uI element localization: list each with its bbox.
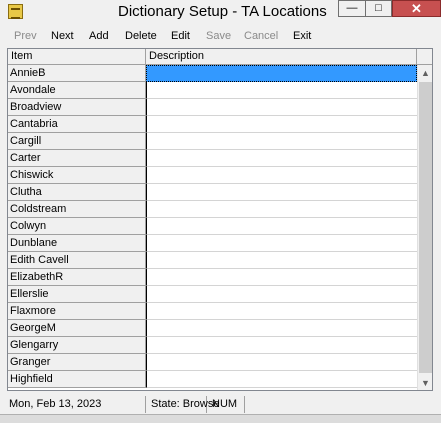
table-row[interactable]: Flaxmore xyxy=(8,303,417,320)
description-cell[interactable] xyxy=(146,235,417,252)
status-date: Mon, Feb 13, 2023 xyxy=(6,396,146,413)
description-cell[interactable] xyxy=(146,184,417,201)
item-cell[interactable]: AnnieB xyxy=(8,65,146,82)
table-row[interactable]: Chiswick xyxy=(8,167,417,184)
status-bar: Mon, Feb 13, 2023 State: Browse NUM xyxy=(0,394,441,414)
exit-button[interactable]: Exit xyxy=(293,30,311,42)
table-row[interactable]: Clutha xyxy=(8,184,417,201)
description-cell[interactable] xyxy=(146,133,417,150)
description-cell[interactable] xyxy=(146,65,417,82)
item-cell[interactable]: Coldstream xyxy=(8,201,146,218)
delete-button[interactable]: Delete xyxy=(125,30,157,42)
description-cell[interactable] xyxy=(146,371,417,388)
grid-rows: AnnieB Avondale Broadview Cantabria Cargill C… xyxy=(8,65,417,388)
item-cell[interactable]: Cantabria xyxy=(8,116,146,133)
maximize-button[interactable]: □ xyxy=(365,0,392,17)
cancel-button[interactable]: Cancel xyxy=(244,30,278,42)
table-row[interactable]: Carter xyxy=(8,150,417,167)
description-cell[interactable] xyxy=(146,286,417,303)
edit-button[interactable]: Edit xyxy=(171,30,190,42)
description-cell[interactable] xyxy=(146,150,417,167)
add-button[interactable]: Add xyxy=(89,30,109,42)
table-row[interactable]: Broadview xyxy=(8,99,417,116)
table-row[interactable]: Colwyn xyxy=(8,218,417,235)
toolbar: Prev Next Add Delete Edit Save Cancel Ex… xyxy=(0,26,441,46)
table-row[interactable]: ElizabethR xyxy=(8,269,417,286)
minimize-button[interactable]: — xyxy=(338,0,365,17)
background-window-edge xyxy=(0,414,441,423)
save-button[interactable]: Save xyxy=(206,30,231,42)
description-cell[interactable] xyxy=(146,99,417,116)
header-corner xyxy=(417,49,432,65)
item-cell[interactable]: Broadview xyxy=(8,99,146,116)
scroll-thumb[interactable] xyxy=(419,82,432,373)
window-title: Dictionary Setup - TA Locations xyxy=(118,3,327,20)
description-cell[interactable] xyxy=(146,269,417,286)
description-cell[interactable] xyxy=(146,320,417,337)
item-cell[interactable]: Carter xyxy=(8,150,146,167)
description-cell[interactable] xyxy=(146,82,417,99)
description-cell[interactable] xyxy=(146,116,417,133)
item-cell[interactable]: Edith Cavell xyxy=(8,252,146,269)
item-cell[interactable]: Ellerslie xyxy=(8,286,146,303)
close-button[interactable]: ✕ xyxy=(392,0,441,17)
table-row[interactable]: Dunblane xyxy=(8,235,417,252)
description-cell[interactable] xyxy=(146,354,417,371)
item-cell[interactable]: Flaxmore xyxy=(8,303,146,320)
table-row[interactable]: Glengarry xyxy=(8,337,417,354)
item-cell[interactable]: Glengarry xyxy=(8,337,146,354)
scroll-up-icon[interactable]: ▲ xyxy=(418,65,432,81)
description-cell[interactable] xyxy=(146,252,417,269)
scroll-down-icon[interactable]: ▼ xyxy=(418,375,432,390)
next-button[interactable]: Next xyxy=(51,30,74,42)
item-cell[interactable]: Avondale xyxy=(8,82,146,99)
item-cell[interactable]: Dunblane xyxy=(8,235,146,252)
table-row[interactable]: Edith Cavell xyxy=(8,252,417,269)
item-cell[interactable]: Highfield xyxy=(8,371,146,388)
description-cell[interactable] xyxy=(146,337,417,354)
item-cell[interactable]: GeorgeM xyxy=(8,320,146,337)
item-cell[interactable]: Colwyn xyxy=(8,218,146,235)
description-cell[interactable] xyxy=(146,303,417,320)
status-num: NUM xyxy=(209,396,245,413)
app-icon[interactable] xyxy=(8,4,23,19)
vertical-scrollbar[interactable]: ▲ ▼ xyxy=(417,65,432,390)
table-row[interactable]: Cargill xyxy=(8,133,417,150)
description-cell[interactable] xyxy=(146,218,417,235)
table-row[interactable]: Ellerslie xyxy=(8,286,417,303)
column-header-description[interactable]: Description xyxy=(146,49,417,65)
table-row[interactable]: AnnieB xyxy=(8,65,417,82)
description-cell[interactable] xyxy=(146,201,417,218)
item-cell[interactable]: Chiswick xyxy=(8,167,146,184)
title-bar: Dictionary Setup - TA Locations — □ ✕ xyxy=(0,0,441,24)
dictionary-grid[interactable]: Item Description AnnieB Avondale Broadview… xyxy=(7,48,433,391)
table-row[interactable]: Coldstream xyxy=(8,201,417,218)
item-cell[interactable]: ElizabethR xyxy=(8,269,146,286)
item-cell[interactable]: Granger xyxy=(8,354,146,371)
prev-button[interactable]: Prev xyxy=(14,30,37,42)
item-cell[interactable]: Clutha xyxy=(8,184,146,201)
status-state: State: Browse xyxy=(147,396,219,413)
table-row[interactable]: Highfield xyxy=(8,371,417,388)
item-cell[interactable]: Cargill xyxy=(8,133,146,150)
column-header-item[interactable]: Item xyxy=(8,49,146,65)
table-row[interactable]: Avondale xyxy=(8,82,417,99)
table-row[interactable]: GeorgeM xyxy=(8,320,417,337)
table-row[interactable]: Granger xyxy=(8,354,417,371)
table-row[interactable]: Cantabria xyxy=(8,116,417,133)
description-cell[interactable] xyxy=(146,167,417,184)
